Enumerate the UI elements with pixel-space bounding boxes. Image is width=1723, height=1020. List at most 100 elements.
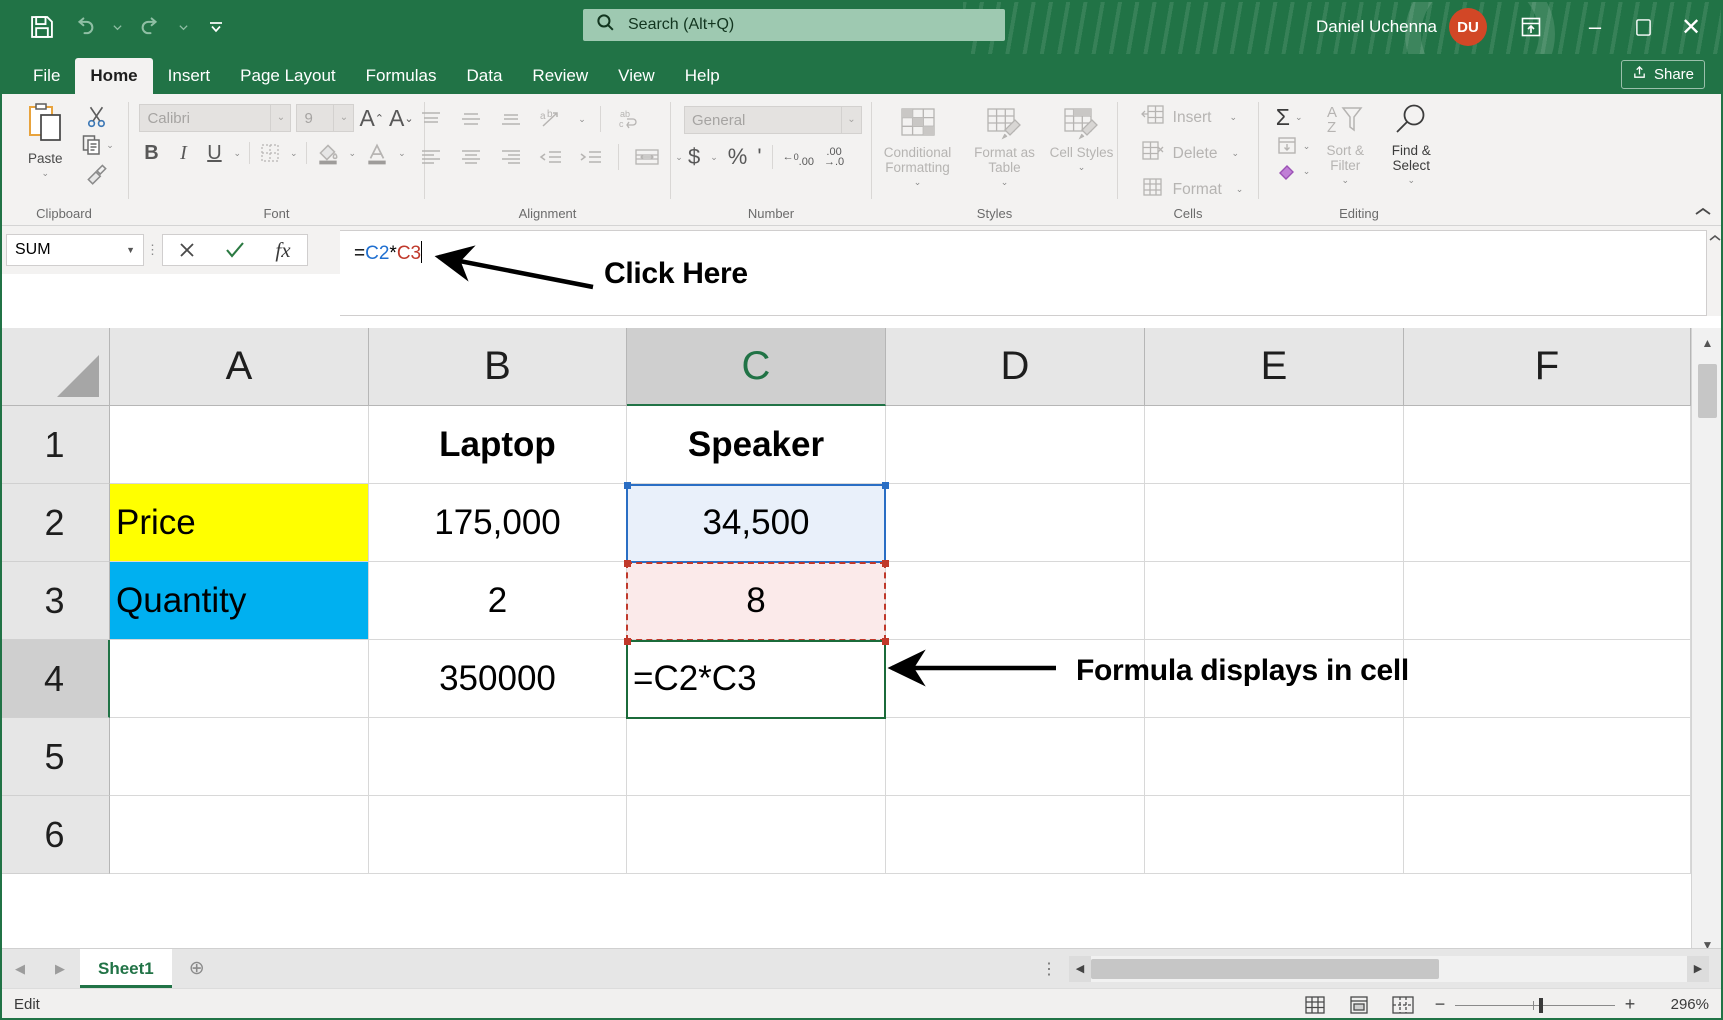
accounting-number-format-icon[interactable]: $ bbox=[688, 144, 700, 170]
borders-chevron-down-icon[interactable]: ⌄ bbox=[290, 148, 298, 159]
wrap-text-icon[interactable]: ab c bbox=[615, 107, 641, 131]
sort-and-filter-button[interactable]: A Z Sort & Filter ⌄ bbox=[1314, 102, 1376, 186]
cell-d3[interactable] bbox=[886, 562, 1145, 640]
format-as-table-chevron-down-icon[interactable]: ⌄ bbox=[1001, 177, 1009, 188]
name-box-resize-handle[interactable]: ⋮ bbox=[144, 242, 162, 258]
align-right-icon[interactable] bbox=[498, 147, 524, 167]
conditional-formatting-button[interactable]: Conditional Formatting ⌄ bbox=[875, 106, 961, 188]
select-all-button[interactable] bbox=[0, 328, 110, 406]
horizontal-scrollbar-track[interactable] bbox=[1091, 956, 1687, 982]
format-painter-icon[interactable] bbox=[80, 160, 114, 186]
merge-and-center-icon[interactable] bbox=[633, 146, 661, 168]
previous-sheet-icon[interactable]: ◀ bbox=[15, 961, 25, 977]
autosum-icon[interactable]: Σ bbox=[1276, 104, 1290, 131]
tab-page-layout[interactable]: Page Layout bbox=[225, 58, 350, 94]
accounting-chevron-down-icon[interactable]: ⌄ bbox=[710, 152, 718, 163]
scroll-right-icon[interactable]: ▶ bbox=[1687, 956, 1709, 982]
cell-a5[interactable] bbox=[110, 718, 369, 796]
cell-b6[interactable] bbox=[369, 796, 627, 874]
cell-d5[interactable] bbox=[886, 718, 1145, 796]
paste-chevron-down-icon[interactable]: ⌄ bbox=[41, 168, 49, 179]
zoom-slider[interactable] bbox=[1455, 990, 1615, 1020]
format-cells-button[interactable]: Format ⌄ bbox=[1141, 176, 1244, 203]
cell-e1[interactable] bbox=[1145, 406, 1404, 484]
italic-button[interactable]: I bbox=[171, 142, 195, 165]
cell-f5[interactable] bbox=[1404, 718, 1691, 796]
cancel-icon[interactable] bbox=[163, 235, 211, 265]
row-header-3[interactable]: 3 bbox=[0, 562, 110, 640]
cell-f2[interactable] bbox=[1404, 484, 1691, 562]
row-header-5[interactable]: 5 bbox=[0, 718, 110, 796]
autosum-chevron-down-icon[interactable]: ⌄ bbox=[1295, 112, 1303, 123]
tab-view[interactable]: View bbox=[603, 58, 670, 94]
normal-view-icon[interactable] bbox=[1293, 990, 1337, 1020]
align-center-icon[interactable] bbox=[458, 147, 484, 167]
zoom-level[interactable]: 296% bbox=[1645, 996, 1709, 1013]
clear-chevron-down-icon[interactable]: ⌄ bbox=[1303, 166, 1311, 177]
chevron-down-icon[interactable]: ⌄ bbox=[333, 105, 353, 131]
fill-icon[interactable] bbox=[1276, 136, 1298, 156]
tab-formulas[interactable]: Formulas bbox=[351, 58, 452, 94]
next-sheet-icon[interactable]: ▶ bbox=[55, 961, 65, 977]
cell-a6[interactable] bbox=[110, 796, 369, 874]
increase-decimal-icon[interactable]: ←0.00 bbox=[783, 147, 814, 167]
decrease-decimal-icon[interactable]: .00→.0 bbox=[824, 147, 844, 167]
percent-style-icon[interactable]: % bbox=[728, 144, 748, 170]
column-header-b[interactable]: B bbox=[369, 328, 627, 406]
tab-review[interactable]: Review bbox=[517, 58, 603, 94]
undo-icon[interactable] bbox=[64, 7, 104, 47]
enter-icon[interactable] bbox=[211, 235, 259, 265]
cell-f3[interactable] bbox=[1404, 562, 1691, 640]
maximize-button[interactable] bbox=[1619, 2, 1667, 52]
tab-data[interactable]: Data bbox=[452, 58, 518, 94]
format-chevron-down-icon[interactable]: ⌄ bbox=[1236, 184, 1244, 195]
cell-c1[interactable]: Speaker bbox=[627, 406, 886, 484]
tab-insert[interactable]: Insert bbox=[153, 58, 226, 94]
cell-e5[interactable] bbox=[1145, 718, 1404, 796]
zoom-slider-knob[interactable] bbox=[1539, 998, 1543, 1013]
increase-indent-icon[interactable] bbox=[578, 147, 604, 167]
zoom-in-button[interactable]: + bbox=[1615, 994, 1645, 1015]
vertical-scrollbar-thumb[interactable] bbox=[1698, 364, 1717, 418]
column-header-a[interactable]: A bbox=[110, 328, 369, 406]
cell-e3[interactable] bbox=[1145, 562, 1404, 640]
horizontal-scrollbar[interactable]: ◀ ▶ bbox=[1069, 956, 1709, 982]
all-sheets-icon[interactable]: ⋮ bbox=[1041, 959, 1059, 979]
orientation-icon[interactable]: a b bbox=[538, 108, 564, 130]
insert-chevron-down-icon[interactable]: ⌄ bbox=[1229, 112, 1237, 123]
page-layout-view-icon[interactable] bbox=[1337, 990, 1381, 1020]
scroll-left-icon[interactable]: ◀ bbox=[1069, 956, 1091, 982]
fill-color-icon[interactable] bbox=[315, 140, 341, 166]
decrease-indent-icon[interactable] bbox=[538, 147, 564, 167]
cell-d1[interactable] bbox=[886, 406, 1145, 484]
save-icon[interactable] bbox=[22, 7, 62, 47]
cut-icon[interactable] bbox=[80, 104, 114, 130]
chevron-down-icon[interactable]: ⌄ bbox=[270, 105, 290, 131]
cell-b5[interactable] bbox=[369, 718, 627, 796]
delete-cells-button[interactable]: Delete ⌄ bbox=[1141, 140, 1244, 167]
chevron-down-icon[interactable]: ▼ bbox=[126, 245, 135, 255]
cell-styles-chevron-down-icon[interactable]: ⌄ bbox=[1078, 162, 1086, 173]
close-button[interactable]: ✕ bbox=[1667, 2, 1715, 52]
cell-b2[interactable]: 175,000 bbox=[369, 484, 627, 562]
tab-help[interactable]: Help bbox=[670, 58, 735, 94]
copy-icon[interactable] bbox=[80, 133, 104, 157]
tab-home[interactable]: Home bbox=[75, 58, 152, 94]
paste-button[interactable]: Paste ⌄ bbox=[14, 102, 76, 179]
cell-a1[interactable] bbox=[110, 406, 369, 484]
cell-e6[interactable] bbox=[1145, 796, 1404, 874]
cell-b4[interactable]: 350000 bbox=[369, 640, 627, 718]
fill-chevron-down-icon[interactable]: ⌄ bbox=[1303, 141, 1311, 152]
row-header-1[interactable]: 1 bbox=[0, 406, 110, 484]
cell-f1[interactable] bbox=[1404, 406, 1691, 484]
horizontal-scrollbar-thumb[interactable] bbox=[1091, 959, 1439, 979]
share-button[interactable]: Share bbox=[1621, 60, 1705, 89]
cell-styles-button[interactable]: Cell Styles ⌄ bbox=[1049, 106, 1115, 173]
row-header-2[interactable]: 2 bbox=[0, 484, 110, 562]
cell-e2[interactable] bbox=[1145, 484, 1404, 562]
font-name-combo[interactable]: Calibri ⌄ bbox=[139, 104, 291, 132]
cell-d2[interactable] bbox=[886, 484, 1145, 562]
bold-button[interactable]: B bbox=[139, 142, 163, 165]
vertical-scrollbar[interactable]: ▲ ▼ bbox=[1691, 328, 1723, 960]
cell-c6[interactable] bbox=[627, 796, 886, 874]
